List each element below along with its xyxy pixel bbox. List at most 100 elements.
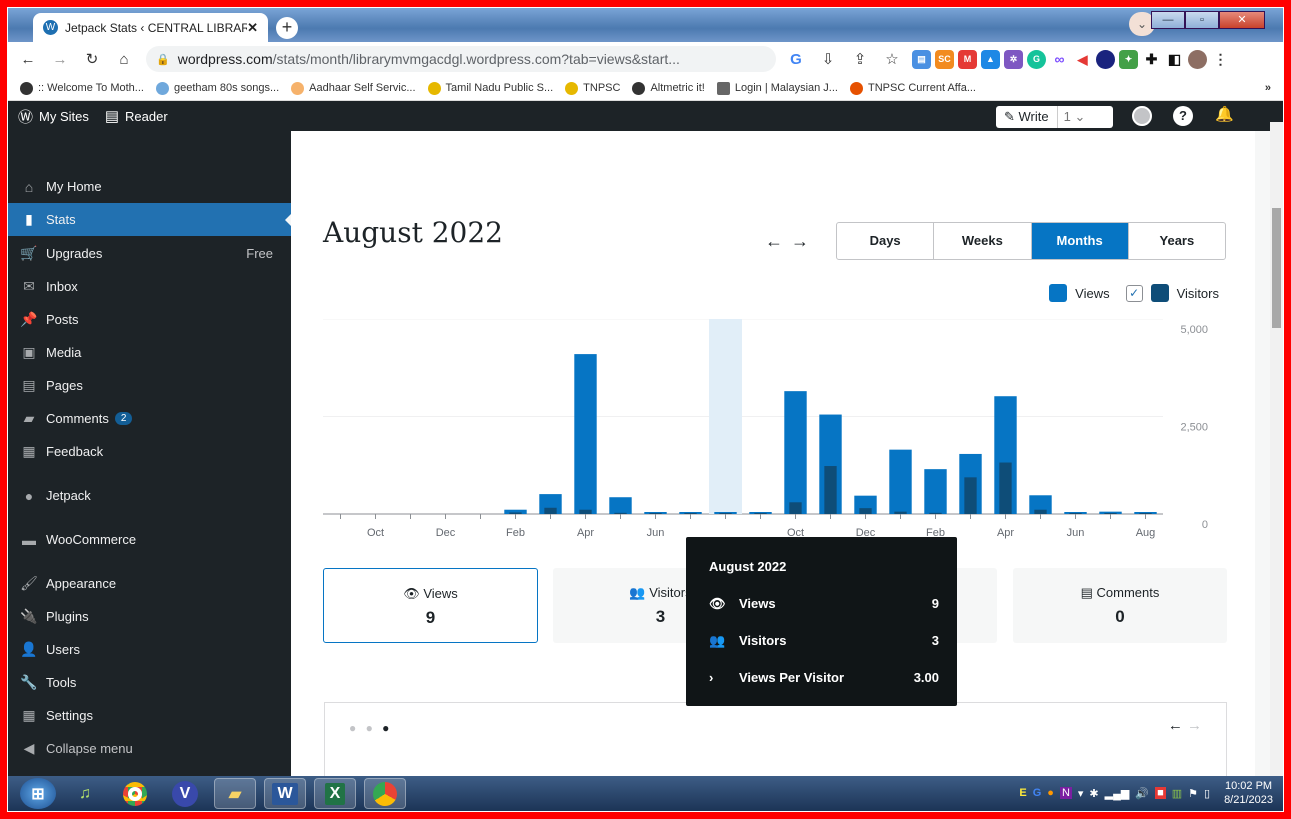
collapse-menu-button[interactable]: ◀ Collapse menu bbox=[8, 732, 291, 765]
onenote-icon[interactable]: N bbox=[1059, 787, 1072, 799]
maximize-button[interactable]: ▫ bbox=[1185, 11, 1219, 29]
visitors-bar bbox=[684, 513, 697, 514]
visitors-checkbox[interactable]: ✓ bbox=[1125, 284, 1143, 302]
chrome-icon[interactable] bbox=[114, 778, 156, 809]
google-icon[interactable]: G bbox=[784, 51, 808, 68]
comments-tile[interactable]: ▤ Comments 0 bbox=[1013, 568, 1227, 643]
sidebar-item-pages[interactable]: ▤ Pages bbox=[8, 369, 291, 402]
excel-icon[interactable]: X bbox=[314, 778, 356, 809]
help-icon[interactable]: ? bbox=[1173, 106, 1193, 126]
bookmark-star-icon[interactable]: ☆ bbox=[880, 50, 904, 68]
views-tile[interactable]: 👁 Views 9 bbox=[323, 568, 538, 643]
music-app-icon[interactable]: ♫ bbox=[64, 778, 106, 809]
mendeley-extension-icon[interactable]: M bbox=[958, 49, 977, 69]
browser-tab[interactable]: W Jetpack Stats ‹ CENTRAL LIBRARY ✕ bbox=[33, 13, 268, 42]
sidebar-item-inbox[interactable]: ✉ Inbox bbox=[8, 270, 291, 303]
tray-orange-icon[interactable]: ● bbox=[1047, 787, 1054, 799]
battery-icon[interactable]: ▯ bbox=[1204, 787, 1210, 800]
close-tab-icon[interactable]: ✕ bbox=[247, 20, 258, 36]
sidebar-item-posts[interactable]: 📌 Posts bbox=[8, 303, 291, 336]
carousel-prev-icon[interactable]: ← bbox=[1168, 717, 1183, 734]
sidebar-item-plugins[interactable]: 🔌 Plugins bbox=[8, 600, 291, 633]
grammarly-icon[interactable]: G bbox=[1027, 49, 1046, 69]
vpn-app-icon[interactable]: V bbox=[164, 778, 206, 809]
forward-icon[interactable]: → bbox=[48, 51, 72, 68]
sidepanel-icon[interactable]: ◧ bbox=[1165, 49, 1184, 69]
bookmark-6[interactable]: Login | Malaysian J... bbox=[716, 81, 838, 95]
megaphone-icon[interactable]: ◀ bbox=[1073, 49, 1092, 69]
file-explorer-icon[interactable]: ▰ bbox=[214, 778, 256, 809]
close-window-button[interactable]: ✕ bbox=[1219, 11, 1265, 29]
my-sites-button[interactable]: Ⓦ My Sites bbox=[18, 106, 89, 127]
bluetooth-icon[interactable]: ✱ bbox=[1089, 787, 1098, 800]
link-extension-icon[interactable]: ∞ bbox=[1050, 49, 1069, 69]
bookmark-7[interactable]: TNPSC Current Affa... bbox=[849, 81, 976, 95]
taskbar-clock[interactable]: 10:02 PM 8/21/2023 bbox=[1224, 779, 1273, 807]
tray-e-icon[interactable]: E bbox=[1019, 787, 1026, 799]
share-icon[interactable]: ⇪ bbox=[848, 50, 872, 68]
sidebar-item-media[interactable]: ▣ Media bbox=[8, 336, 291, 369]
new-tab-button[interactable]: + bbox=[276, 17, 298, 39]
sidebar-item-feedback[interactable]: ▦ Feedback bbox=[8, 435, 291, 468]
browser-menu-icon[interactable]: ⋮ bbox=[1211, 49, 1230, 69]
sidebar-item-users[interactable]: 👤 Users bbox=[8, 633, 291, 666]
sidebar-item-comments[interactable]: ▰ Comments 2 bbox=[8, 402, 291, 435]
tooltip-row-views-per-visitor: › Views Per Visitor 3.00 bbox=[709, 670, 939, 685]
sidebar-item-appearance[interactable]: 🖌 Appearance bbox=[8, 567, 291, 600]
reload-icon[interactable]: ↻ bbox=[80, 50, 104, 68]
scrollbar-thumb[interactable] bbox=[1272, 208, 1281, 328]
bookmark-4[interactable]: TNPSC bbox=[565, 81, 620, 95]
sidebar-item-upgrades[interactable]: 🛒 Upgrades Free bbox=[8, 237, 291, 270]
next-period-icon[interactable]: → bbox=[791, 231, 817, 251]
install-icon[interactable]: ⇩ bbox=[816, 50, 840, 68]
carousel-next-icon[interactable]: → bbox=[1187, 717, 1202, 734]
tray-red-icon[interactable]: ■ bbox=[1155, 787, 1166, 799]
profile-avatar[interactable] bbox=[1188, 49, 1207, 69]
chrome-active-icon[interactable] bbox=[364, 778, 406, 809]
sidebar-item-woocommerce[interactable]: ▬ WooCommerce bbox=[8, 523, 291, 556]
bookmark-2[interactable]: Aadhaar Self Servic... bbox=[291, 81, 416, 95]
graduation-cap-icon[interactable]: ▲ bbox=[981, 49, 1000, 69]
bookmark-5[interactable]: Altmetric it! bbox=[632, 81, 705, 95]
start-button[interactable]: ⊞ bbox=[20, 778, 56, 809]
signal-icon[interactable]: ▂▄▆ bbox=[1105, 787, 1130, 800]
carousel-dots[interactable]: ● ● ● bbox=[349, 721, 392, 735]
sc-extension-icon[interactable]: SC bbox=[935, 49, 954, 69]
user-avatar[interactable] bbox=[1132, 106, 1152, 126]
sidebar-item-jetpack[interactable]: ● Jetpack bbox=[8, 479, 291, 512]
tab-months[interactable]: Months bbox=[1031, 223, 1129, 259]
sidebar-item-stats[interactable]: ▮ Stats bbox=[8, 203, 292, 236]
bookmark-1[interactable]: geetham 80s songs... bbox=[155, 81, 279, 95]
write-button[interactable]: ✎ Write 1 ⌄ bbox=[996, 106, 1113, 128]
sidebar-item-tools[interactable]: 🔧 Tools bbox=[8, 666, 291, 699]
puzzle-icon[interactable]: ✚ bbox=[1142, 49, 1161, 69]
page-scrollbar[interactable] bbox=[1270, 122, 1283, 776]
drafts-count[interactable]: 1 ⌄ bbox=[1058, 109, 1092, 125]
tray-g-icon[interactable]: G bbox=[1033, 787, 1042, 799]
volume-icon[interactable]: 🔊 bbox=[1135, 787, 1149, 800]
more-bookmarks-icon[interactable]: » bbox=[1265, 82, 1271, 94]
network-icon[interactable]: ▥ bbox=[1172, 787, 1182, 800]
tray-shield-icon[interactable]: ▾ bbox=[1078, 787, 1084, 800]
flower-extension-icon[interactable]: ✲ bbox=[1004, 49, 1023, 69]
tab-days[interactable]: Days bbox=[837, 223, 935, 259]
sidebar-item-settings[interactable]: ▦ Settings bbox=[8, 699, 291, 732]
circle-extension-icon[interactable] bbox=[1096, 49, 1115, 69]
word-icon[interactable]: W bbox=[264, 778, 306, 809]
back-icon[interactable]: ← bbox=[16, 51, 40, 68]
bookmark-3[interactable]: Tamil Nadu Public S... bbox=[427, 81, 553, 95]
sidebar-item-my-home[interactable]: ⌂ My Home bbox=[8, 170, 291, 203]
reader-button[interactable]: ▤ Reader bbox=[105, 107, 168, 125]
minimize-button[interactable]: — bbox=[1151, 11, 1185, 29]
flag-icon[interactable]: ⚑ bbox=[1188, 787, 1198, 800]
home-icon[interactable]: ⌂ bbox=[112, 51, 136, 68]
tab-weeks[interactable]: Weeks bbox=[934, 223, 1032, 259]
bookmark-0[interactable]: :: Welcome To Moth... bbox=[20, 81, 144, 95]
previous-period-icon[interactable]: ← bbox=[765, 231, 791, 251]
address-bar[interactable]: 🔒 wordpress.com/stats/month/librarymvmga… bbox=[146, 46, 776, 72]
notifications-bell-icon[interactable]: 🔔 bbox=[1215, 105, 1234, 123]
pen-icon: ✎ bbox=[1004, 109, 1019, 124]
leaf-extension-icon[interactable]: ✦ bbox=[1119, 49, 1138, 69]
tab-years[interactable]: Years bbox=[1129, 223, 1225, 259]
doc-extension-icon[interactable]: ▤ bbox=[912, 49, 931, 69]
